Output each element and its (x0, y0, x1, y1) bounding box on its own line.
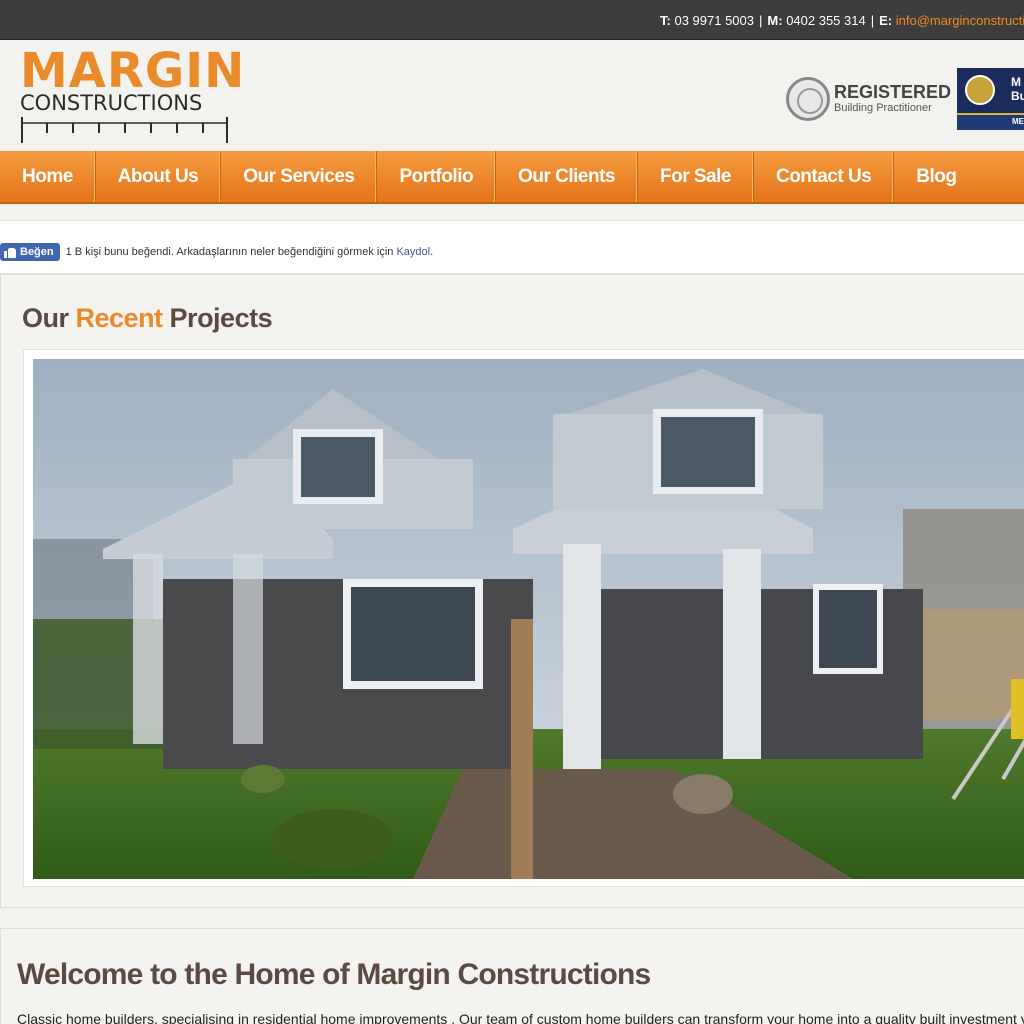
nav-label: About Us (117, 165, 199, 187)
nav-item-blog[interactable]: Blog (894, 151, 978, 202)
social-bar: Beğen 1 B kişi bunu beğendi. Arkadaşları… (0, 220, 1024, 274)
crest-icon (965, 75, 995, 105)
site-logo[interactable]: MARGIN CONSTRUCTIONS (18, 47, 244, 145)
signup-link[interactable]: Kaydol (396, 246, 430, 258)
email-link[interactable]: info@marginconstructions (896, 13, 1024, 28)
main-navigation: Home About Us Our Services Portfolio Our… (0, 151, 1024, 204)
house-photo-illustration (33, 359, 1024, 879)
badge-subtitle: Building Practitioner (834, 102, 932, 114)
nav-item-for-sale[interactable]: For Sale (638, 151, 754, 202)
welcome-title: Welcome to the Home of Margin Constructi… (17, 958, 651, 991)
welcome-text: Classic home builders, specialising in r… (17, 1011, 1024, 1024)
like-text-end: . (430, 246, 434, 258)
nav-label: Contact Us (775, 165, 872, 187)
mba-text-line-2: Bu (1011, 89, 1024, 103)
logo-line-2: CONSTRUCTIONS (20, 91, 203, 115)
phone-label: T: (660, 13, 671, 28)
recent-projects-section: Our Recent Projects (0, 274, 1024, 908)
like-count-text: 1 B kişi bunu beğendi. Arkadaşlarının ne… (65, 246, 394, 258)
mba-bar: ME (957, 113, 1024, 130)
title-part-1: Our (22, 303, 76, 333)
nav-label: Blog (916, 165, 957, 187)
seal-icon (786, 77, 830, 121)
email-label: E: (879, 13, 893, 28)
nav-label: Our Services (243, 165, 355, 187)
nav-item-our-services[interactable]: Our Services (221, 151, 378, 202)
title-highlight: Recent (75, 303, 164, 333)
top-contact-bar: T: 03 9971 5003 | M: 0402 355 314 | E: info@… (0, 0, 1024, 40)
logo-ruler-graphic (21, 117, 228, 143)
separator: | (870, 13, 875, 28)
separator: | (759, 13, 763, 28)
mba-text-line-1: M (1011, 75, 1021, 89)
project-photo[interactable] (33, 359, 1024, 879)
mobile-number[interactable]: 0402 355 314 (786, 13, 866, 28)
nav-label: Home (22, 165, 73, 187)
badge-title: REGISTERED (834, 82, 952, 102)
nav-item-home[interactable]: Home (0, 151, 96, 202)
nav-item-about-us[interactable]: About Us (96, 151, 222, 202)
facebook-like-widget: Beğen 1 B kişi bunu beğendi. Arkadaşları… (0, 242, 433, 262)
nav-label: Portfolio (399, 165, 474, 187)
phone-number[interactable]: 03 9971 5003 (674, 13, 754, 28)
like-button-label: Beğen (20, 246, 54, 258)
nav-item-portfolio[interactable]: Portfolio (377, 151, 497, 202)
logo-line-1: MARGIN (20, 43, 246, 99)
facebook-like-button[interactable]: Beğen (0, 243, 60, 261)
welcome-section: Welcome to the Home of Margin Constructi… (0, 928, 1024, 1024)
nav-label: For Sale (660, 165, 731, 187)
mobile-label: M: (767, 13, 783, 28)
title-part-2: Projects (162, 303, 273, 333)
master-builders-badge: M Bu ME (957, 68, 1024, 130)
contact-info: T: 03 9971 5003 | M: 0402 355 314 | E: info@… (660, 13, 1024, 28)
nav-item-our-clients[interactable]: Our Clients (496, 151, 638, 202)
mba-text: M Bu (1011, 75, 1024, 103)
section-title: Our Recent Projects (22, 303, 273, 334)
site-header: MARGIN CONSTRUCTIONS REGISTERED Building… (0, 41, 1024, 151)
nav-label: Our Clients (518, 165, 615, 187)
mba-bar-text: ME (1012, 117, 1024, 126)
nav-item-contact-us[interactable]: Contact Us (754, 151, 895, 202)
project-slider[interactable] (23, 349, 1024, 887)
thumbs-up-icon (4, 247, 16, 258)
registered-practitioner-badge: REGISTERED Building Practitioner (786, 76, 951, 126)
